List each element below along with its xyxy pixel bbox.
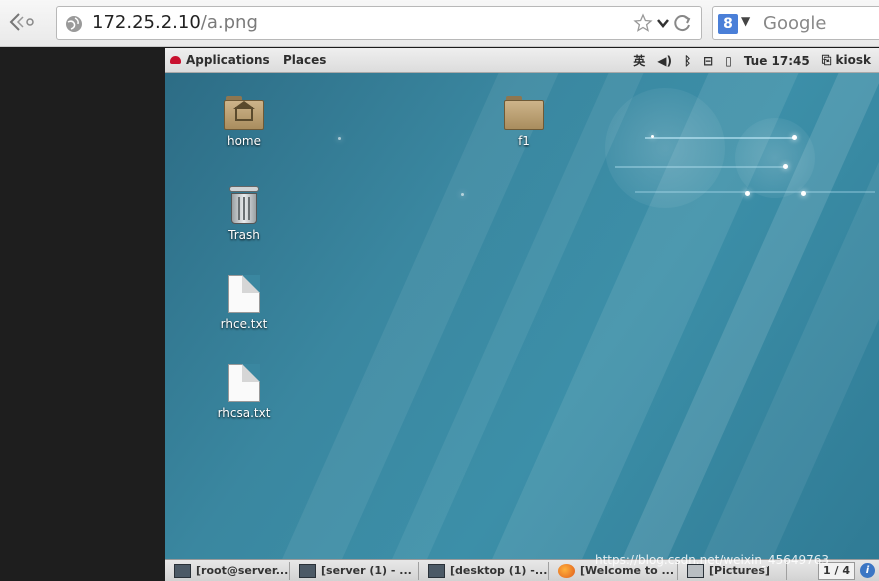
trash-icon: [228, 186, 260, 224]
taskbar-item-terminal[interactable]: [root@server...: [168, 562, 290, 580]
info-icon[interactable]: i: [860, 563, 875, 578]
taskbar-item-label: [desktop (1) -...: [450, 564, 548, 577]
back-arrow-icon: [9, 13, 34, 31]
remote-desktop: Applications Places 英 ◀) ᛒ ⊟ ▯ Tue 17:45…: [165, 48, 879, 581]
taskbar-item-label: [root@server...: [196, 564, 289, 577]
chevron-down-icon[interactable]: ▼: [741, 14, 750, 28]
chevron-down-icon[interactable]: [656, 16, 670, 30]
search-engine-icon[interactable]: 8: [718, 14, 738, 34]
user-menu[interactable]: ⎘ kiosk: [822, 53, 871, 68]
url-path: /a.png: [200, 12, 258, 33]
vm-icon: [299, 564, 316, 578]
back-button[interactable]: [4, 8, 40, 36]
desktop-icon-home[interactable]: home: [204, 96, 284, 148]
globe-icon: [66, 16, 82, 32]
desktop-icon-trash[interactable]: Trash: [204, 186, 284, 242]
volume-icon[interactable]: ◀): [657, 54, 672, 68]
browser-toolbar: 172.25.2.10/a.png 8 ▼ Google: [0, 0, 879, 47]
folder-icon: [504, 96, 544, 130]
redhat-icon: [170, 56, 181, 64]
user-name: kiosk: [835, 53, 871, 67]
applications-label: Applications: [186, 53, 270, 67]
network-icon[interactable]: ⊟: [703, 54, 713, 68]
desktop-icon-rhcsa[interactable]: rhcsa.txt: [204, 364, 284, 420]
places-menu[interactable]: Places: [283, 53, 326, 67]
taskbar-item-server[interactable]: [server (1) - ...: [293, 562, 419, 580]
text-file-icon: [228, 364, 260, 402]
taskbar-item-desktop[interactable]: [desktop (1) -...: [422, 562, 549, 580]
clock[interactable]: Tue 17:45: [744, 54, 810, 68]
desktop-icon-rhce[interactable]: rhce.txt: [204, 275, 284, 331]
search-bar[interactable]: 8 ▼ Google: [712, 6, 879, 40]
gnome-top-panel: Applications Places 英 ◀) ᛒ ⊟ ▯ Tue 17:45…: [165, 48, 879, 73]
desktop-icon-label: home: [226, 134, 262, 148]
desktop-icon-f1[interactable]: f1: [484, 96, 564, 148]
url-host: 172.25.2.10: [92, 12, 201, 33]
desktop-icon-label: f1: [518, 134, 530, 148]
star-bookmark-icon[interactable]: [633, 13, 653, 33]
battery-icon[interactable]: ▯: [725, 54, 732, 68]
reload-icon[interactable]: [673, 13, 693, 33]
search-input[interactable]: Google: [763, 13, 826, 34]
desktop-icon-label: Trash: [228, 228, 260, 242]
bluetooth-icon[interactable]: ᛒ: [684, 54, 691, 68]
applications-menu[interactable]: Applications: [170, 53, 270, 67]
vm-icon: [428, 564, 445, 578]
watermark: https://blog.csdn.net/weixin_45649763: [595, 553, 830, 567]
taskbar-item-label: [server (1) - ...: [321, 564, 412, 577]
desktop-icon-label: rhcsa.txt: [217, 406, 271, 420]
system-tray: 英 ◀) ᛒ ⊟ ▯ Tue 17:45 ⎘ kiosk: [633, 52, 871, 69]
left-dark-panel: [0, 48, 165, 581]
input-method-indicator[interactable]: 英: [633, 52, 645, 69]
terminal-icon: [174, 564, 191, 578]
desktop-icon-label: rhce.txt: [220, 317, 268, 331]
firefox-icon: [558, 564, 575, 578]
home-folder-icon: [224, 96, 264, 130]
text-file-icon: [228, 275, 260, 313]
url-bar[interactable]: 172.25.2.10/a.png: [56, 6, 702, 40]
url-text: 172.25.2.10/a.png: [92, 12, 258, 33]
